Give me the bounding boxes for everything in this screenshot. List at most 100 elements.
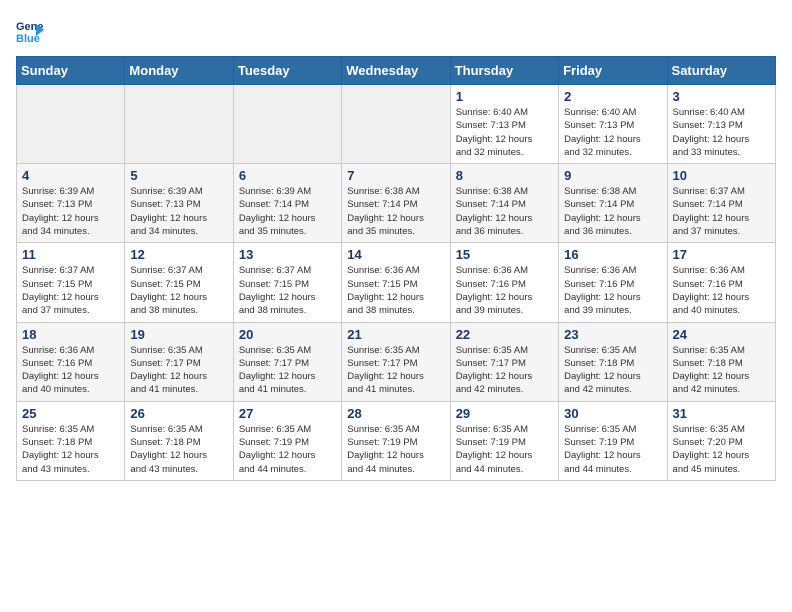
day-number: 8 [456, 168, 553, 183]
day-number: 7 [347, 168, 444, 183]
day-info: Sunrise: 6:36 AM Sunset: 7:16 PM Dayligh… [673, 264, 770, 317]
calendar-week-row: 18Sunrise: 6:36 AM Sunset: 7:16 PM Dayli… [17, 322, 776, 401]
logo-icon: General Blue [16, 16, 44, 44]
calendar-cell: 27Sunrise: 6:35 AM Sunset: 7:19 PM Dayli… [233, 401, 341, 480]
day-number: 1 [456, 89, 553, 104]
day-number: 11 [22, 247, 119, 262]
calendar-cell: 16Sunrise: 6:36 AM Sunset: 7:16 PM Dayli… [559, 243, 667, 322]
calendar-cell: 28 Sunrise: 6:35 AM Sunset: 7:19 PM Dayli… [342, 401, 450, 480]
calendar-cell: 7Sunrise: 6:38 AM Sunset: 7:14 PM Daylig… [342, 164, 450, 243]
day-number: 27 [239, 406, 336, 421]
calendar-cell: 18Sunrise: 6:36 AM Sunset: 7:16 PM Dayli… [17, 322, 125, 401]
day-number: 2 [564, 89, 661, 104]
calendar-cell: 21Sunrise: 6:35 AM Sunset: 7:17 PM Dayli… [342, 322, 450, 401]
calendar-cell [233, 85, 341, 164]
calendar-cell: 17 Sunrise: 6:36 AM Sunset: 7:16 PM Dayli… [667, 243, 775, 322]
calendar-cell: 15Sunrise: 6:36 AM Sunset: 7:16 PM Dayli… [450, 243, 558, 322]
day-info: Sunrise: 6:37 AM Sunset: 7:15 PM Dayligh… [239, 264, 336, 317]
day-info: Sunrise: 6:35 AM Sunset: 7:18 PM Dayligh… [130, 423, 227, 476]
day-info: Sunrise: 6:38 AM Sunset: 7:14 PM Dayligh… [564, 185, 661, 238]
calendar-table: SundayMondayTuesdayWednesdayThursdayFrid… [16, 56, 776, 481]
day-number: 17 [673, 247, 770, 262]
calendar-cell: 14 Sunrise: 6:36 AM Sunset: 7:15 PM Dayli… [342, 243, 450, 322]
day-number: 28 [347, 406, 444, 421]
calendar-week-row: 11 Sunrise: 6:37 AM Sunset: 7:15 PM Dayli… [17, 243, 776, 322]
day-number: 19 [130, 327, 227, 342]
calendar-cell: 10 Sunrise: 6:37 AM Sunset: 7:14 PM Dayli… [667, 164, 775, 243]
calendar-day-header: Tuesday [233, 57, 341, 85]
calendar-day-header: Thursday [450, 57, 558, 85]
day-info: Sunrise: 6:36 AM Sunset: 7:16 PM Dayligh… [456, 264, 553, 317]
day-info: Sunrise: 6:37 AM Sunset: 7:15 PM Dayligh… [22, 264, 119, 317]
calendar-cell: 1 Sunrise: 6:40 AM Sunset: 7:13 PM Daylig… [450, 85, 558, 164]
calendar-cell: 23 Sunrise: 6:35 AM Sunset: 7:18 PM Dayli… [559, 322, 667, 401]
day-info: Sunrise: 6:39 AM Sunset: 7:14 PM Dayligh… [239, 185, 336, 238]
calendar-cell: 19Sunrise: 6:35 AM Sunset: 7:17 PM Dayli… [125, 322, 233, 401]
calendar-cell: 29 Sunrise: 6:35 AM Sunset: 7:19 PM Dayli… [450, 401, 558, 480]
calendar-cell [125, 85, 233, 164]
page-header: General Blue [16, 16, 776, 44]
day-info: Sunrise: 6:35 AM Sunset: 7:19 PM Dayligh… [456, 423, 553, 476]
day-info: Sunrise: 6:37 AM Sunset: 7:15 PM Dayligh… [130, 264, 227, 317]
day-number: 4 [22, 168, 119, 183]
day-info: Sunrise: 6:40 AM Sunset: 7:13 PM Dayligh… [456, 106, 553, 159]
calendar-cell [17, 85, 125, 164]
calendar-cell: 26 Sunrise: 6:35 AM Sunset: 7:18 PM Dayli… [125, 401, 233, 480]
day-number: 31 [673, 406, 770, 421]
calendar-day-header: Saturday [667, 57, 775, 85]
day-info: Sunrise: 6:40 AM Sunset: 7:13 PM Dayligh… [564, 106, 661, 159]
day-number: 14 [347, 247, 444, 262]
calendar-cell: 5 Sunrise: 6:39 AM Sunset: 7:13 PM Daylig… [125, 164, 233, 243]
day-info: Sunrise: 6:35 AM Sunset: 7:19 PM Dayligh… [347, 423, 444, 476]
calendar-day-header: Wednesday [342, 57, 450, 85]
calendar-cell: 24 Sunrise: 6:35 AM Sunset: 7:18 PM Dayli… [667, 322, 775, 401]
day-number: 5 [130, 168, 227, 183]
day-number: 23 [564, 327, 661, 342]
day-info: Sunrise: 6:36 AM Sunset: 7:15 PM Dayligh… [347, 264, 444, 317]
calendar-cell [342, 85, 450, 164]
calendar-cell: 3 Sunrise: 6:40 AM Sunset: 7:13 PM Daylig… [667, 85, 775, 164]
calendar-cell: 11 Sunrise: 6:37 AM Sunset: 7:15 PM Dayli… [17, 243, 125, 322]
day-info: Sunrise: 6:35 AM Sunset: 7:18 PM Dayligh… [22, 423, 119, 476]
day-info: Sunrise: 6:38 AM Sunset: 7:14 PM Dayligh… [456, 185, 553, 238]
day-info: Sunrise: 6:35 AM Sunset: 7:17 PM Dayligh… [456, 344, 553, 397]
calendar-cell: 25 Sunrise: 6:35 AM Sunset: 7:18 PM Dayli… [17, 401, 125, 480]
day-info: Sunrise: 6:35 AM Sunset: 7:18 PM Dayligh… [564, 344, 661, 397]
calendar-cell: 6 Sunrise: 6:39 AM Sunset: 7:14 PM Daylig… [233, 164, 341, 243]
logo: General Blue [16, 16, 48, 44]
day-info: Sunrise: 6:39 AM Sunset: 7:13 PM Dayligh… [130, 185, 227, 238]
calendar-day-header: Sunday [17, 57, 125, 85]
calendar-cell: 30 Sunrise: 6:35 AM Sunset: 7:19 PM Dayli… [559, 401, 667, 480]
day-info: Sunrise: 6:35 AM Sunset: 7:17 PM Dayligh… [347, 344, 444, 397]
calendar-week-row: 4 Sunrise: 6:39 AM Sunset: 7:13 PM Daylig… [17, 164, 776, 243]
day-number: 30 [564, 406, 661, 421]
day-info: Sunrise: 6:40 AM Sunset: 7:13 PM Dayligh… [673, 106, 770, 159]
day-number: 10 [673, 168, 770, 183]
day-number: 20 [239, 327, 336, 342]
day-info: Sunrise: 6:37 AM Sunset: 7:14 PM Dayligh… [673, 185, 770, 238]
day-number: 29 [456, 406, 553, 421]
calendar-cell: 12 Sunrise: 6:37 AM Sunset: 7:15 PM Dayli… [125, 243, 233, 322]
day-number: 12 [130, 247, 227, 262]
day-number: 26 [130, 406, 227, 421]
calendar-cell: 2 Sunrise: 6:40 AM Sunset: 7:13 PM Daylig… [559, 85, 667, 164]
day-info: Sunrise: 6:35 AM Sunset: 7:19 PM Dayligh… [564, 423, 661, 476]
calendar-day-header: Monday [125, 57, 233, 85]
day-number: 3 [673, 89, 770, 104]
day-number: 22 [456, 327, 553, 342]
day-number: 9 [564, 168, 661, 183]
calendar-cell: 31Sunrise: 6:35 AM Sunset: 7:20 PM Dayli… [667, 401, 775, 480]
day-number: 6 [239, 168, 336, 183]
day-number: 24 [673, 327, 770, 342]
calendar-day-header: Friday [559, 57, 667, 85]
day-number: 25 [22, 406, 119, 421]
calendar-cell: 13 Sunrise: 6:37 AM Sunset: 7:15 PM Dayli… [233, 243, 341, 322]
calendar-week-row: 1 Sunrise: 6:40 AM Sunset: 7:13 PM Daylig… [17, 85, 776, 164]
calendar-cell: 9 Sunrise: 6:38 AM Sunset: 7:14 PM Daylig… [559, 164, 667, 243]
day-info: Sunrise: 6:39 AM Sunset: 7:13 PM Dayligh… [22, 185, 119, 238]
day-number: 13 [239, 247, 336, 262]
day-info: Sunrise: 6:35 AM Sunset: 7:18 PM Dayligh… [673, 344, 770, 397]
calendar-cell: 20 Sunrise: 6:35 AM Sunset: 7:17 PM Dayli… [233, 322, 341, 401]
calendar-cell: 4 Sunrise: 6:39 AM Sunset: 7:13 PM Daylig… [17, 164, 125, 243]
day-info: Sunrise: 6:35 AM Sunset: 7:17 PM Dayligh… [239, 344, 336, 397]
